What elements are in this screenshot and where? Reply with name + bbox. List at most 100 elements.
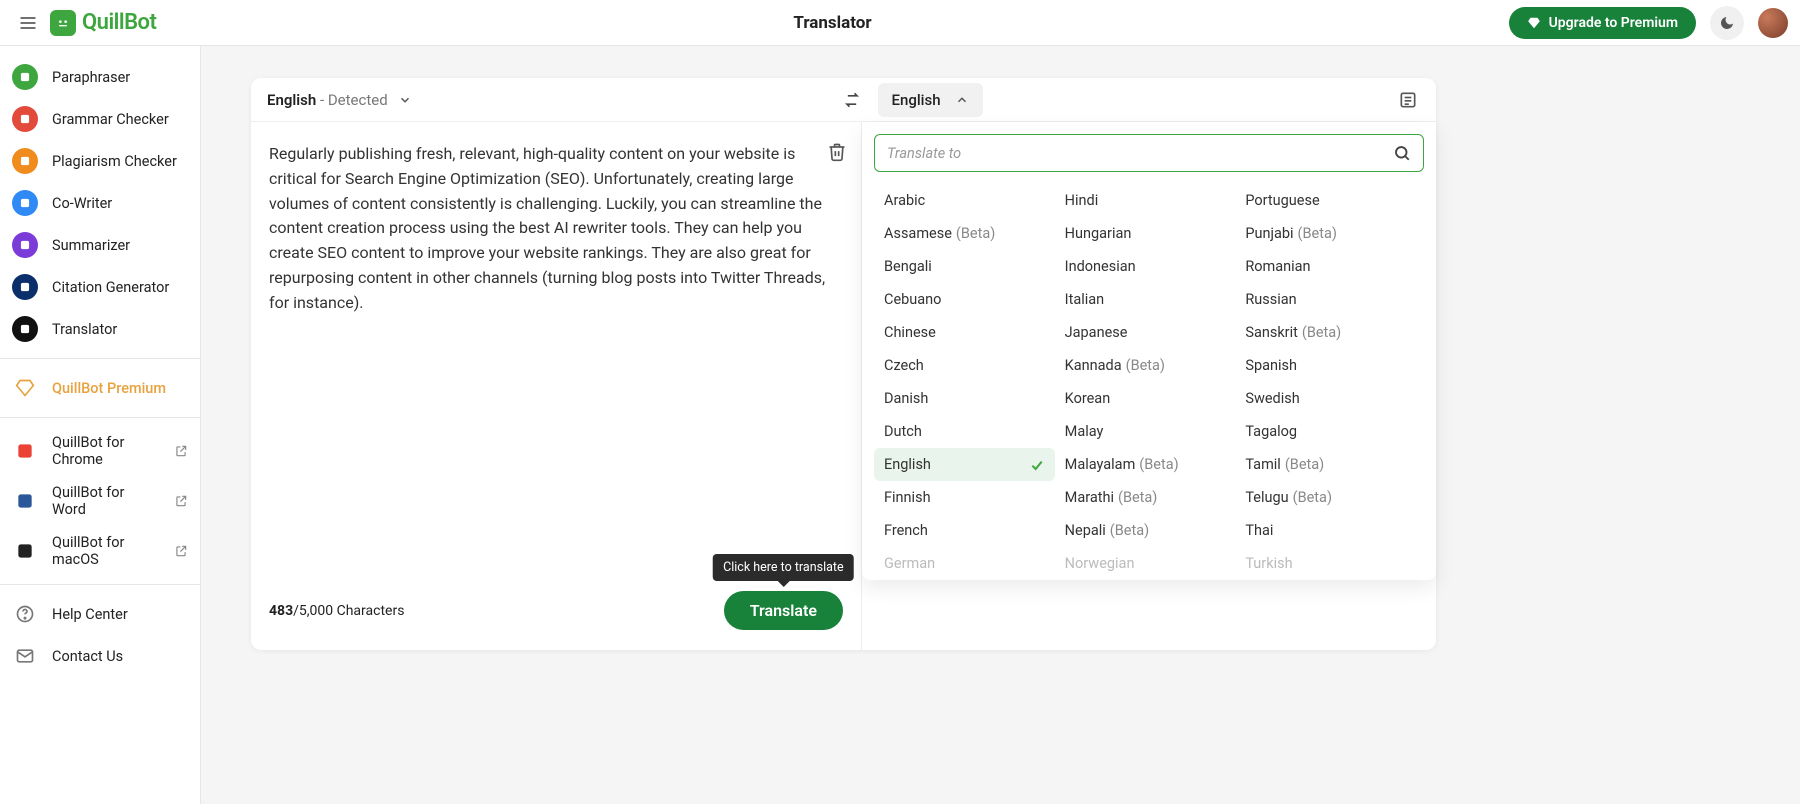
avatar[interactable] [1758,8,1788,38]
language-option[interactable]: Cebuano [874,283,1055,316]
language-option[interactable]: Marathi(Beta) [1055,481,1236,514]
trash-icon [827,142,847,162]
sidebar-item[interactable]: Citation Generator [0,266,200,308]
language-option[interactable]: Malayalam(Beta) [1055,448,1236,481]
language-name: Dutch [884,423,922,440]
beta-badge: (Beta) [1293,489,1332,506]
language-option[interactable]: Indonesian [1055,250,1236,283]
language-name: Danish [884,390,928,407]
language-option[interactable]: Telugu(Beta) [1235,481,1416,514]
language-name: Sanskrit [1245,324,1298,341]
sidebar-ext-label: QuillBot for macOS [52,534,160,568]
language-option[interactable]: Kannada(Beta) [1055,349,1236,382]
sidebar-item[interactable]: Plagiarism Checker [0,140,200,182]
language-name: Italian [1065,291,1105,308]
sidebar-item-label: Paraphraser [52,69,130,86]
sidebar-help-label: Help Center [52,606,128,623]
sidebar-item-icon [12,190,38,216]
help-icon [12,601,38,627]
sidebar-contact[interactable]: Contact Us [0,635,200,677]
language-option[interactable]: Italian [1055,283,1236,316]
sidebar-ext-item[interactable]: QuillBot for macOS [0,526,200,576]
translate-button[interactable]: Click here to translate Translate [724,591,843,630]
beta-badge: (Beta) [1285,456,1324,473]
sidebar-item-icon [12,232,38,258]
language-name: Norwegian [1065,555,1135,572]
app-icon [12,538,38,564]
language-name: Thai [1245,522,1273,539]
language-option[interactable]: Malay [1055,415,1236,448]
language-name: Malayalam [1065,456,1136,473]
chevron-up-icon [955,93,969,107]
language-option[interactable]: Romanian [1235,250,1416,283]
language-option[interactable]: Norwegian [1055,547,1236,574]
swap-languages-button[interactable] [832,90,872,110]
language-option[interactable]: Russian [1235,283,1416,316]
language-option[interactable]: Sanskrit(Beta) [1235,316,1416,349]
language-option[interactable]: Tagalog [1235,415,1416,448]
language-option[interactable]: German [874,547,1055,574]
language-option[interactable]: Danish [874,382,1055,415]
translator-card: English - Detected English [251,78,1436,650]
language-option[interactable]: Japanese [1055,316,1236,349]
clear-text-button[interactable] [827,142,847,162]
language-option[interactable]: Tamil(Beta) [1235,448,1416,481]
char-max: 5,000 Characters [299,603,405,619]
language-option[interactable]: Korean [1055,382,1236,415]
language-name: Indonesian [1065,258,1136,275]
sidebar-ext-item[interactable]: QuillBot for Word [0,476,200,526]
history-icon[interactable] [1398,90,1418,110]
beta-badge: (Beta) [1118,489,1157,506]
language-option[interactable]: Turkish [1235,547,1416,574]
language-option[interactable]: Finnish [874,481,1055,514]
language-name: Nepali [1065,522,1106,539]
language-search[interactable] [874,134,1424,172]
sidebar-item-icon [12,274,38,300]
upgrade-label: Upgrade to Premium [1549,15,1678,31]
sidebar-ext-item[interactable]: QuillBot for Chrome [0,426,200,476]
language-name: Marathi [1065,489,1114,506]
language-option[interactable]: Assamese(Beta) [874,217,1055,250]
external-link-icon [174,494,188,508]
sidebar-item[interactable]: Co-Writer [0,182,200,224]
language-option[interactable]: Spanish [1235,349,1416,382]
language-option[interactable]: Arabic [874,184,1055,217]
language-option[interactable]: Hindi [1055,184,1236,217]
language-option[interactable]: Thai [1235,514,1416,547]
header-actions: Upgrade to Premium [1509,6,1788,40]
menu-icon[interactable] [12,7,44,39]
language-option[interactable]: Nepali(Beta) [1055,514,1236,547]
language-option[interactable]: Czech [874,349,1055,382]
language-option[interactable]: French [874,514,1055,547]
language-option[interactable]: Portuguese [1235,184,1416,217]
sidebar-item[interactable]: Paraphraser [0,56,200,98]
language-search-input[interactable] [887,145,1393,162]
translator-body: Regularly publishing fresh, relevant, hi… [251,122,1436,650]
language-option[interactable]: Bengali [874,250,1055,283]
language-name: Assamese [884,225,952,242]
language-option[interactable]: Dutch [874,415,1055,448]
theme-toggle[interactable] [1710,6,1744,40]
sidebar-item-icon [12,64,38,90]
sidebar-item-label: Citation Generator [52,279,169,296]
language-option[interactable]: English [874,448,1055,481]
sidebar-premium[interactable]: QuillBot Premium [0,367,200,409]
sidebar-help[interactable]: Help Center [0,593,200,635]
moon-icon [1719,15,1735,31]
source-text-input[interactable]: Regularly publishing fresh, relevant, hi… [269,142,843,579]
language-option[interactable]: Punjabi(Beta) [1235,217,1416,250]
language-option[interactable]: Swedish [1235,382,1416,415]
language-option[interactable]: Chinese [874,316,1055,349]
target-lang-selector[interactable]: English [878,83,983,117]
sidebar-separator [0,358,200,359]
language-name: Hindi [1065,192,1099,209]
language-option[interactable]: Hungarian [1055,217,1236,250]
source-lang-selector[interactable]: English - Detected [251,90,832,109]
sidebar-ext-label: QuillBot for Chrome [52,434,160,468]
sidebar-item[interactable]: Summarizer [0,224,200,266]
sidebar-item[interactable]: Grammar Checker [0,98,200,140]
upgrade-button[interactable]: Upgrade to Premium [1509,7,1696,39]
brand-logo[interactable]: QuillBot [50,10,156,36]
language-name: Tamil [1245,456,1281,473]
sidebar-item[interactable]: Translator [0,308,200,350]
